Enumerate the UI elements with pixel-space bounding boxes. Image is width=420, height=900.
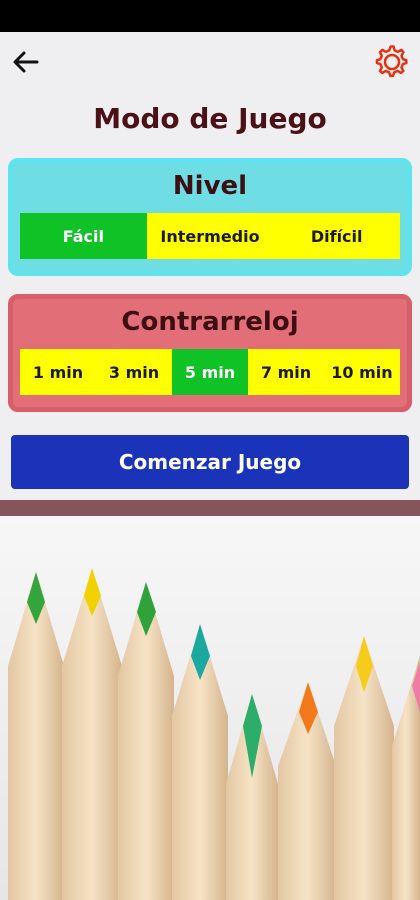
pencils-illustration: [0, 516, 420, 900]
level-selector: Fácil Intermedio Difícil: [20, 213, 401, 259]
status-bar: [0, 0, 420, 32]
divider: [0, 500, 420, 516]
time-option-1min[interactable]: 1 min: [20, 349, 96, 395]
time-option-7min[interactable]: 7 min: [248, 349, 324, 395]
time-selector: 1 min 3 min 5 min 7 min 10 min: [20, 349, 400, 395]
time-option-10min[interactable]: 10 min: [324, 349, 400, 395]
level-card: Nivel Fácil Intermedio Difícil: [8, 158, 412, 276]
back-button[interactable]: [8, 44, 44, 80]
time-option-3min[interactable]: 3 min: [96, 349, 172, 395]
time-title: Contrarreloj: [121, 307, 299, 337]
time-option-5min[interactable]: 5 min: [172, 349, 248, 395]
gear-icon: [375, 45, 408, 78]
level-title: Nivel: [172, 171, 248, 201]
level-option-intermedio[interactable]: Intermedio: [146, 213, 274, 259]
time-card: Contrarreloj 1 min 3 min 5 min 7 min 10 …: [8, 294, 412, 412]
settings-button[interactable]: [372, 42, 412, 82]
arrow-left-icon: [13, 51, 39, 73]
page-title: Modo de Juego: [93, 102, 327, 135]
start-game-button[interactable]: Comenzar Juego: [11, 435, 409, 489]
level-option-facil[interactable]: Fácil: [20, 213, 147, 259]
top-bar: [0, 32, 420, 92]
level-option-dificil[interactable]: Difícil: [273, 213, 401, 259]
